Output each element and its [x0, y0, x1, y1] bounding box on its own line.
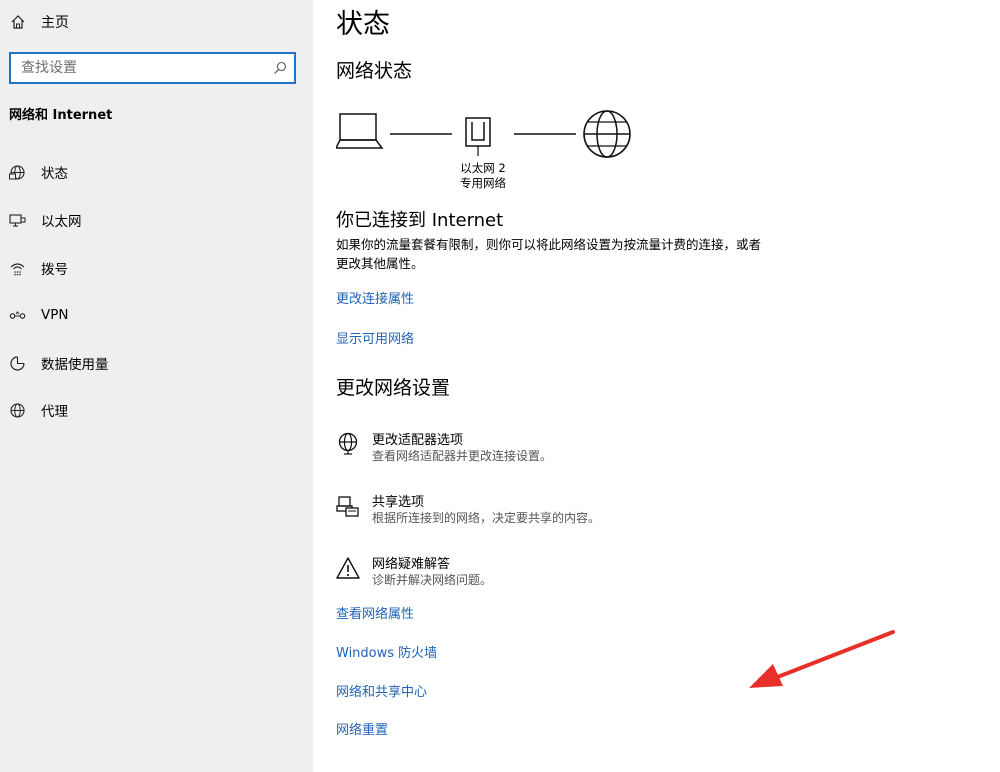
ethernet-port-icon: [465, 117, 491, 156]
option-subtitle: 查看网络适配器并更改连接设置。: [372, 449, 553, 463]
sidebar-item-dialup[interactable]: 拨号: [9, 256, 68, 280]
search-box[interactable]: [9, 52, 296, 84]
vpn-icon: [9, 307, 26, 324]
windows-firewall-link[interactable]: Windows 防火墙: [336, 642, 437, 661]
network-sharing-center-link[interactable]: 网络和共享中心: [336, 681, 427, 700]
connection-status: 你已连接到 Internet: [336, 210, 504, 231]
adapter-name: 以太网 2: [460, 161, 506, 175]
adapter-network: 专用网络: [460, 176, 506, 190]
option-title: 网络疑难解答: [372, 557, 451, 572]
option-subtitle: 根据所连接到的网络，决定要共享的内容。: [372, 511, 601, 525]
connection-description: 如果你的流量套餐有限制，则你可以将此网络设置为按流量计费的连接，或者更改其他属性…: [336, 237, 762, 271]
option-title: 更改适配器选项: [372, 433, 464, 448]
view-network-properties-link[interactable]: 查看网络属性: [336, 603, 414, 622]
page-title: 状态: [336, 9, 390, 40]
sidebar-item-status[interactable]: 状态: [9, 160, 68, 184]
sidebar-item-label: 代理: [41, 404, 68, 420]
change-connection-properties-link[interactable]: 更改连接属性: [336, 288, 414, 307]
main-content: 状态 网络状态 以太网 2 专用网络 你已连接到 Internet 如果你的流量…: [313, 0, 1000, 772]
sidebar-item-vpn[interactable]: VPN: [9, 303, 68, 327]
sidebar: 主页 网络和 Internet 状态 以太网 拨号 VPN: [0, 0, 313, 772]
search-input[interactable]: [11, 54, 261, 82]
annotation-arrow: [749, 630, 895, 688]
change-settings-heading: 更改网络设置: [336, 377, 451, 399]
sidebar-item-label: 以太网: [41, 214, 82, 230]
home-button[interactable]: 主页: [10, 11, 69, 33]
internet-globe-icon: [583, 110, 631, 158]
sidebar-item-label: 状态: [41, 166, 68, 182]
sidebar-item-label: 数据使用量: [41, 357, 109, 373]
adapter-globe-icon: [338, 432, 358, 455]
ethernet-icon: [9, 212, 26, 229]
sidebar-item-label: VPN: [41, 307, 69, 323]
home-icon: [11, 15, 25, 29]
network-reset-link[interactable]: 网络重置: [336, 719, 388, 738]
sidebar-item-label: 拨号: [41, 262, 68, 278]
laptop-icon: [336, 113, 384, 149]
proxy-globe-icon: [9, 402, 26, 419]
data-usage-icon: [9, 355, 26, 372]
sidebar-item-proxy[interactable]: 代理: [9, 398, 68, 422]
show-available-networks-link[interactable]: 显示可用网络: [336, 328, 414, 347]
sidebar-item-ethernet[interactable]: 以太网: [9, 208, 82, 232]
network-status-heading: 网络状态: [336, 60, 413, 82]
option-title: 共享选项: [372, 495, 425, 510]
status-globe-icon: [9, 164, 26, 181]
search-icon[interactable]: [273, 61, 287, 75]
option-subtitle: 诊断并解决网络问题。: [372, 573, 493, 587]
adapter-label: 以太网 2 专用网络: [453, 161, 513, 191]
sharing-icon: [336, 496, 359, 517]
home-label: 主页: [41, 15, 69, 31]
sidebar-item-data-usage[interactable]: 数据使用量: [9, 351, 109, 375]
dial-up-icon: [9, 260, 26, 277]
section-title: 网络和 Internet: [9, 108, 113, 123]
warning-icon: [336, 557, 360, 579]
